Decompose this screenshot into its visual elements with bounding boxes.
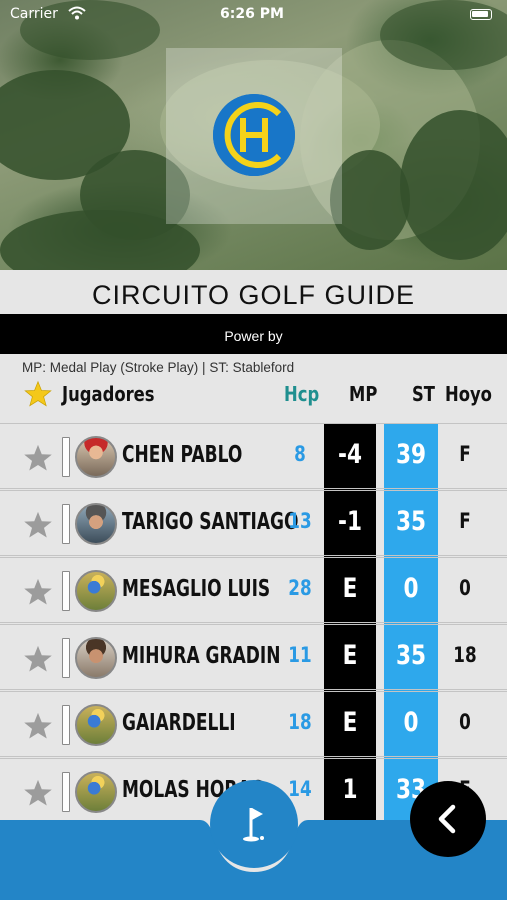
- clock: 6:26 PM: [220, 6, 284, 22]
- player-hoyo: 0: [459, 576, 471, 600]
- avatar: [75, 436, 117, 478]
- club-logo-icon: [213, 94, 295, 176]
- player-name: GAIARDELLI: [122, 710, 236, 736]
- row-indicator: [62, 437, 70, 477]
- row-indicator: [62, 504, 70, 544]
- row-indicator: [62, 772, 70, 812]
- player-hoyo: 18: [453, 643, 477, 667]
- carrier-label: Carrier: [10, 6, 58, 22]
- star-icon[interactable]: [23, 577, 53, 607]
- avatar: [75, 503, 117, 545]
- star-icon: [24, 380, 52, 407]
- table-row[interactable]: GAIARDELLI 18 E 0 0: [0, 691, 507, 757]
- avatar: [75, 704, 117, 746]
- player-hcp: 8: [294, 442, 306, 466]
- course-aerial-image: Carrier 6:26 PM: [0, 0, 507, 270]
- hoyo-header: Hoyo: [445, 382, 492, 406]
- star-icon[interactable]: [23, 711, 53, 741]
- player-hcp: 18: [288, 710, 312, 734]
- table-row[interactable]: MIHURA GRADIN 11 E 35 18: [0, 624, 507, 690]
- status-bar: Carrier 6:26 PM: [0, 0, 507, 30]
- power-by-label: Power by: [224, 328, 283, 344]
- st-header: ST: [412, 382, 435, 406]
- star-icon[interactable]: [23, 644, 53, 674]
- player-st: 0: [403, 573, 419, 604]
- player-mp: -1: [338, 506, 362, 537]
- table-row[interactable]: MESAGLIO LUIS 28 E 0 0: [0, 557, 507, 623]
- row-indicator: [62, 571, 70, 611]
- table-row[interactable]: TARIGO SANTIAGO 13 -1 35 F: [0, 490, 507, 556]
- table-row[interactable]: CHEN PABLO 8 -4 39 F: [0, 423, 507, 489]
- player-st: 35: [395, 506, 427, 537]
- avatar: [75, 771, 117, 813]
- player-name: MIHURA GRADIN: [122, 643, 281, 669]
- golf-flag-icon: [243, 808, 264, 842]
- player-mp: E: [342, 573, 358, 604]
- page-title: CIRCUITO GOLF GUIDE: [91, 280, 416, 310]
- golf-flag-button[interactable]: [210, 780, 298, 868]
- player-hcp: 11: [288, 643, 312, 667]
- row-indicator: [62, 705, 70, 745]
- player-hcp: 13: [288, 509, 312, 533]
- player-hcp: 28: [288, 576, 312, 600]
- players-header: Jugadores: [62, 382, 155, 406]
- player-st: 35: [395, 640, 427, 671]
- battery-icon: [470, 9, 492, 20]
- player-hoyo: F: [459, 509, 471, 533]
- star-icon[interactable]: [23, 443, 53, 473]
- hcp-header: Hcp: [284, 382, 320, 406]
- wifi-icon: [68, 6, 86, 24]
- chevron-left-icon: [438, 804, 456, 834]
- mp-header: MP: [349, 382, 378, 406]
- table-header: Jugadores Hcp MP ST Hoyo: [0, 378, 507, 422]
- player-mp: -4: [338, 439, 362, 470]
- players-list[interactable]: CHEN PABLO 8 -4 39 F TARIGO SANTIAGO 13 …: [0, 423, 507, 820]
- player-st: 0: [403, 707, 419, 738]
- player-mp: E: [342, 640, 358, 671]
- star-icon[interactable]: [23, 778, 53, 808]
- legend-text: MP: Medal Play (Stroke Play) | ST: Stabl…: [22, 360, 295, 375]
- player-name: MESAGLIO LUIS: [122, 576, 271, 602]
- player-name: CHEN PABLO: [122, 442, 243, 468]
- back-button[interactable]: [410, 781, 486, 857]
- player-hoyo: 0: [459, 710, 471, 734]
- app-title-bar: CIRCUITO GOLF GUIDE: [0, 272, 507, 314]
- player-mp: 1: [342, 774, 358, 805]
- leaderboard-screen: Carrier 6:26 PM CIRCUITO GOLF GUIDE Powe…: [0, 0, 507, 900]
- row-indicator: [62, 638, 70, 678]
- player-hoyo: F: [459, 442, 471, 466]
- avatar: [75, 570, 117, 612]
- player-st: 39: [395, 439, 427, 470]
- sponsor-banner[interactable]: Power by: [0, 314, 507, 354]
- avatar: [75, 637, 117, 679]
- player-name: TARIGO SANTIAGO: [122, 509, 299, 535]
- player-mp: E: [342, 707, 358, 738]
- star-icon[interactable]: [23, 510, 53, 540]
